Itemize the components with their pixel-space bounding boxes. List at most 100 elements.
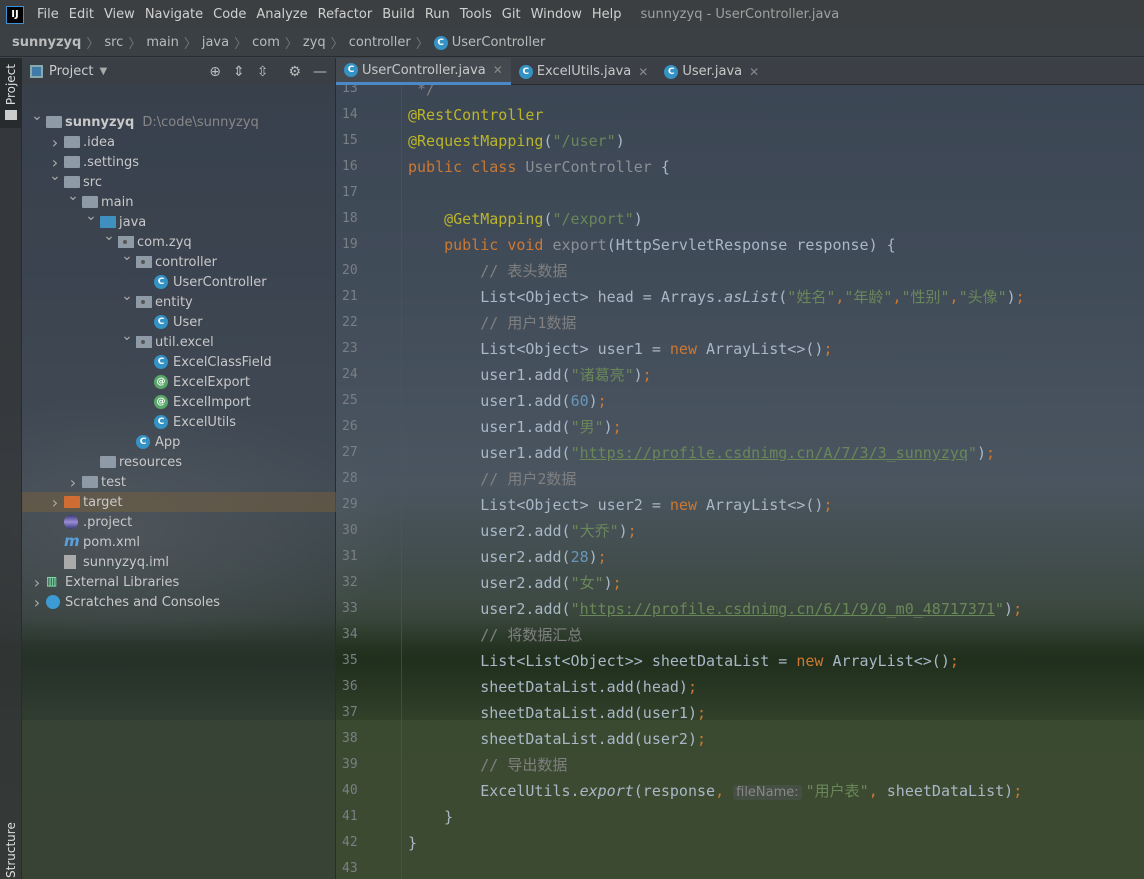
code-line[interactable]: sheetDataList.add(user2); bbox=[408, 728, 706, 750]
code-line[interactable]: user2.add("大乔"); bbox=[408, 520, 636, 542]
close-icon[interactable]: ✕ bbox=[638, 65, 648, 79]
menu-refactor[interactable]: Refactor bbox=[313, 7, 378, 22]
code-line[interactable]: @RestController bbox=[408, 104, 543, 126]
breadcrumb-item[interactable]: main bbox=[146, 35, 178, 50]
code-line[interactable]: user1.add(60); bbox=[408, 390, 606, 412]
tree-item[interactable]: ⌄ entity bbox=[22, 288, 336, 312]
code-line[interactable]: user1.add("男"); bbox=[408, 416, 621, 438]
menu-code[interactable]: Code bbox=[208, 7, 251, 22]
breadcrumb-item[interactable]: UserController bbox=[452, 35, 546, 50]
menu-navigate[interactable]: Navigate bbox=[140, 7, 208, 22]
code-editor[interactable]: 13 14 15 16 17 18 19 20 21 22 23 24 25 26 27 28 29 30 31 32… bbox=[336, 85, 1144, 879]
code-line[interactable]: public class UserController { bbox=[408, 156, 670, 178]
structure-tool-tab[interactable]: Structure bbox=[4, 818, 18, 878]
tree-item[interactable]: @ ExcelImport bbox=[22, 392, 336, 412]
chevron-right-icon[interactable]: › bbox=[49, 133, 61, 152]
tree-item[interactable]: C ExcelUtils bbox=[22, 412, 336, 432]
code-line[interactable]: user1.add("https://profile.csdnimg.cn/A/… bbox=[408, 442, 995, 464]
menu-view[interactable]: View bbox=[99, 7, 140, 22]
breadcrumb-item[interactable]: zyq bbox=[303, 35, 326, 50]
chevron-down-icon[interactable]: ⌄ bbox=[121, 248, 133, 264]
chevron-down-icon[interactable]: ⌄ bbox=[49, 168, 61, 184]
project-view-dropdown[interactable]: Project bbox=[49, 64, 93, 79]
tree-item[interactable]: C UserController bbox=[22, 272, 336, 292]
expand-all-icon[interactable]: ⇕ bbox=[233, 64, 245, 80]
menu-build[interactable]: Build bbox=[377, 7, 420, 22]
tree-item[interactable]: resources bbox=[22, 452, 336, 472]
code-line[interactable]: ExcelUtils.export(response, fileName: "用户… bbox=[408, 780, 1022, 802]
tree-item[interactable]: › .idea bbox=[22, 132, 336, 152]
code-line[interactable]: // 表头数据 bbox=[408, 260, 567, 282]
project-tool-label[interactable]: Project bbox=[4, 64, 18, 105]
chevron-down-icon[interactable]: ⌄ bbox=[103, 228, 115, 244]
tree-item[interactable]: C User bbox=[22, 312, 336, 332]
project-tool-tab[interactable]: Project bbox=[0, 58, 22, 128]
code-line[interactable]: user2.add("女"); bbox=[408, 572, 621, 594]
breadcrumb-item[interactable]: java bbox=[202, 35, 229, 50]
tree-item[interactable]: › .settings bbox=[22, 152, 336, 172]
code-line[interactable]: } bbox=[408, 832, 417, 854]
close-icon[interactable]: ✕ bbox=[749, 65, 759, 79]
collapse-all-icon[interactable]: ⇳ bbox=[257, 64, 269, 80]
menu-run[interactable]: Run bbox=[420, 7, 455, 22]
code-line[interactable]: List<List<Object>> sheetDataList = new A… bbox=[408, 650, 959, 672]
settings-icon[interactable]: ⚙ bbox=[288, 64, 301, 80]
menu-file[interactable]: File bbox=[32, 7, 64, 22]
chevron-down-icon[interactable]: ⌄ bbox=[67, 188, 79, 204]
code-line[interactable]: user1.add("诸葛亮"); bbox=[408, 364, 651, 386]
menu-edit[interactable]: Edit bbox=[64, 7, 99, 22]
menu-git[interactable]: Git bbox=[497, 7, 526, 22]
chevron-down-icon[interactable]: ⌄ bbox=[31, 108, 43, 124]
tree-item[interactable]: › target bbox=[22, 492, 336, 512]
code-line[interactable]: */ bbox=[408, 85, 435, 100]
menu-help[interactable]: Help bbox=[587, 7, 627, 22]
tree-item[interactable]: ⌄ java bbox=[22, 208, 336, 232]
menu-tools[interactable]: Tools bbox=[455, 7, 497, 22]
code-line[interactable]: // 用户1数据 bbox=[408, 312, 576, 334]
code-line[interactable]: // 用户2数据 bbox=[408, 468, 576, 490]
tree-item[interactable]: @ ExcelExport bbox=[22, 372, 336, 392]
tree-item[interactable]: ⌄ main bbox=[22, 188, 336, 212]
code-line[interactable]: user2.add(28); bbox=[408, 546, 606, 568]
tree-item[interactable]: C ExcelClassField bbox=[22, 352, 336, 372]
chevron-down-icon[interactable]: ⌄ bbox=[121, 288, 133, 304]
code-line[interactable]: List<Object> user1 = new ArrayList<>(); bbox=[408, 338, 832, 360]
code-line[interactable]: @RequestMapping("/user") bbox=[408, 130, 625, 152]
menu-window[interactable]: Window bbox=[526, 7, 587, 22]
code-line[interactable]: public void export(HttpServletResponse r… bbox=[408, 234, 896, 256]
code-line[interactable]: sheetDataList.add(user1); bbox=[408, 702, 706, 724]
tree-item[interactable]: m pom.xml bbox=[22, 532, 336, 552]
tree-item[interactable]: ⌄ com.zyq bbox=[22, 228, 336, 252]
menu-analyze[interactable]: Analyze bbox=[251, 7, 312, 22]
code-line[interactable]: // 将数据汇总 bbox=[408, 624, 582, 646]
locate-icon[interactable]: ⊕ bbox=[209, 64, 221, 80]
breadcrumb-item[interactable]: sunnyzyq bbox=[12, 35, 81, 50]
hide-icon[interactable]: — bbox=[313, 64, 327, 80]
chevron-down-icon[interactable]: ▼ bbox=[99, 66, 107, 77]
code-line[interactable]: @GetMapping("/export") bbox=[408, 208, 643, 230]
tree-item[interactable]: › test bbox=[22, 472, 336, 492]
chevron-right-icon[interactable]: › bbox=[49, 493, 61, 512]
chevron-down-icon[interactable]: ⌄ bbox=[121, 328, 133, 344]
tab-user[interactable]: C User.java ✕ bbox=[656, 58, 767, 85]
code-line[interactable]: List<Object> head = Arrays.asList("姓名","… bbox=[408, 286, 1024, 308]
code-line[interactable]: } bbox=[408, 806, 453, 828]
tree-item[interactable]: ⌄ sunnyzyq D:\code\sunnyzyq bbox=[22, 108, 336, 132]
breadcrumb-item[interactable]: controller bbox=[349, 35, 411, 50]
breadcrumb-item[interactable]: com bbox=[252, 35, 280, 50]
tree-item[interactable]: sunnyzyq.iml bbox=[22, 552, 336, 572]
code-line[interactable]: sheetDataList.add(head); bbox=[408, 676, 697, 698]
chevron-right-icon[interactable]: › bbox=[67, 473, 79, 492]
tab-excelutils[interactable]: C ExcelUtils.java ✕ bbox=[511, 58, 656, 85]
tree-item[interactable]: ⌄ controller bbox=[22, 248, 336, 272]
tree-item[interactable]: › ▥ External Libraries bbox=[22, 572, 336, 592]
code-line[interactable]: // 导出数据 bbox=[408, 754, 567, 776]
close-icon[interactable]: ✕ bbox=[493, 63, 503, 77]
chevron-right-icon[interactable]: › bbox=[31, 573, 43, 592]
breadcrumb-item[interactable]: src bbox=[104, 35, 123, 50]
chevron-right-icon[interactable]: › bbox=[31, 593, 43, 612]
chevron-down-icon[interactable]: ⌄ bbox=[85, 208, 97, 224]
code-line[interactable]: List<Object> user2 = new ArrayList<>(); bbox=[408, 494, 832, 516]
tab-usercontroller[interactable]: C UserController.java ✕ bbox=[336, 58, 511, 85]
code-line[interactable]: user2.add("https://profile.csdnimg.cn/6/… bbox=[408, 598, 1022, 620]
